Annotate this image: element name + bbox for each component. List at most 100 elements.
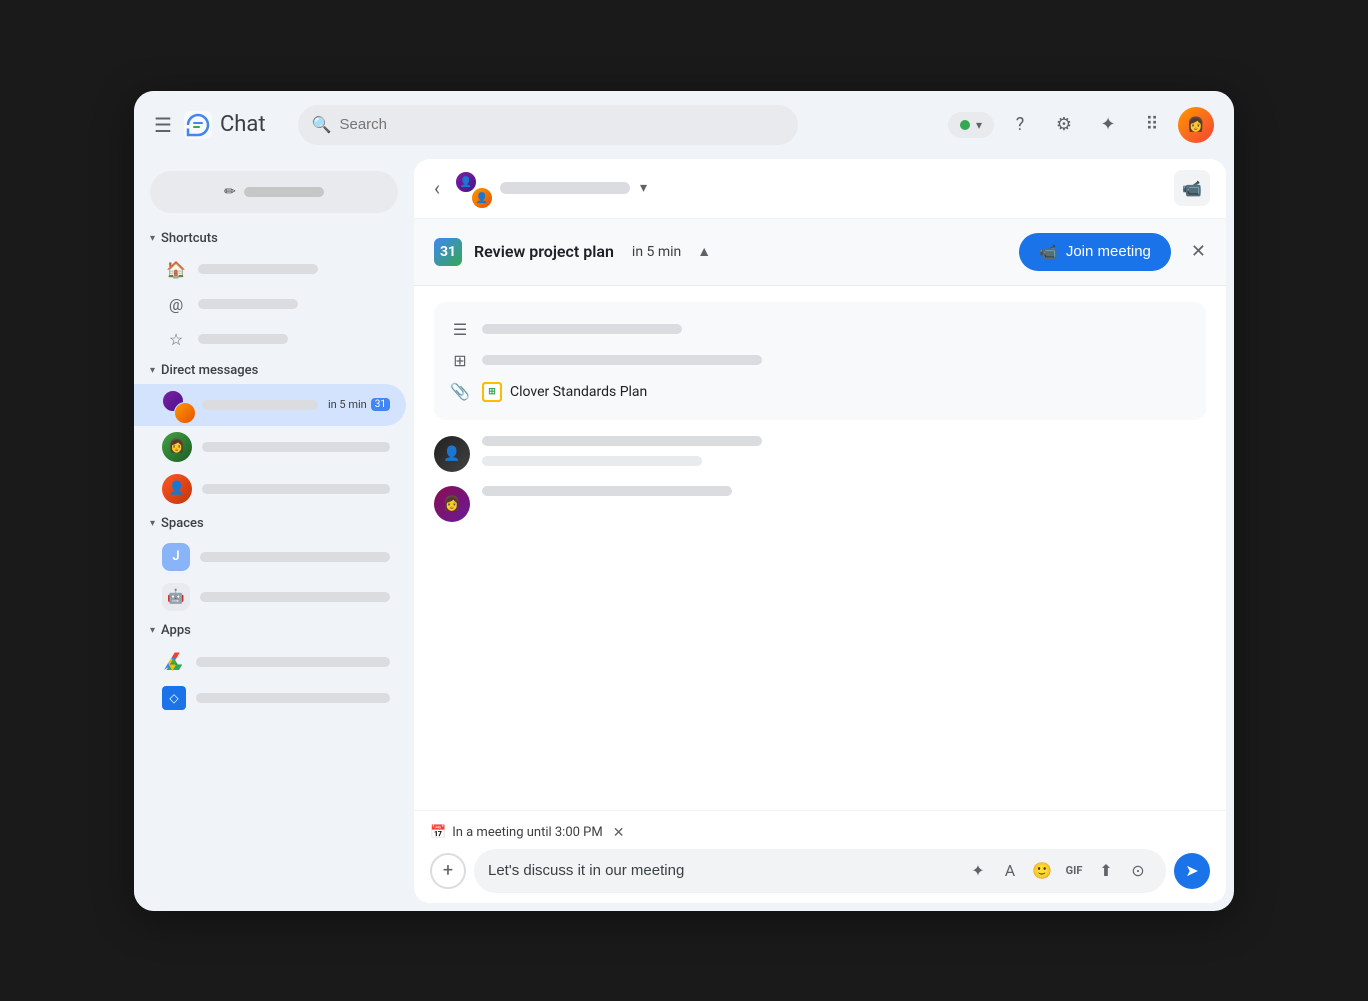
chevron-down-icon: ▾ [976, 118, 982, 132]
star-icon: ☆ [166, 330, 186, 349]
paperclip-icon: 📎 [450, 382, 470, 401]
message-input-wrapper: ✦ A 🙂 GIF ⬆ ⊙ [474, 849, 1166, 893]
apps-button[interactable]: ⠿ [1134, 107, 1170, 143]
gif-button[interactable]: GIF [1060, 857, 1088, 885]
dm-section-header[interactable]: ▾ Direct messages [134, 357, 414, 384]
more-options-button[interactable]: ⊙ [1124, 857, 1152, 885]
search-bar[interactable]: 🔍 [298, 105, 798, 145]
emoji-button[interactable]: 🙂 [1028, 857, 1056, 885]
format-button[interactable]: A [996, 857, 1024, 885]
dm-avatar-3: 👤 [162, 474, 192, 504]
messages-area: ☰ ⊞ 📎 ⊞ Clover Standards Plan [414, 286, 1226, 810]
msg-text-bar-1b [482, 456, 702, 466]
status-button[interactable]: ▾ [948, 112, 994, 138]
video-call-button[interactable]: 📹 [1174, 170, 1210, 206]
status-dot [960, 120, 970, 130]
file-name: Clover Standards Plan [510, 384, 647, 400]
message-avatar-1: 👤 [434, 436, 470, 472]
gemini-button[interactable]: ✦ [1090, 107, 1126, 143]
join-meeting-button[interactable]: 📹 Join meeting [1019, 233, 1171, 271]
shortcut-item-home[interactable]: 🏠 [134, 252, 406, 287]
search-input[interactable] [339, 116, 783, 133]
shortcuts-section-header[interactable]: ▾ Shortcuts [134, 225, 414, 252]
spaces-section-header[interactable]: ▾ Spaces [134, 510, 414, 537]
list-icon: ☰ [450, 320, 470, 339]
shortcut-mention-label [198, 299, 298, 309]
settings-button[interactable]: ⚙ [1046, 107, 1082, 143]
shortcut-home-label [198, 264, 318, 274]
chevron-icon: ▾ [150, 233, 155, 244]
space-name-bar-2 [200, 592, 390, 602]
sheets-icon: ⊞ [482, 382, 502, 402]
expand-meeting-button[interactable]: ▲ [697, 243, 711, 260]
input-tools: ✦ A 🙂 GIF ⬆ ⊙ [964, 857, 1152, 885]
space-item-bot[interactable]: 🤖 [134, 577, 406, 617]
add-content-button[interactable]: + [430, 853, 466, 889]
dm-item-3[interactable]: 👤 [134, 468, 406, 510]
shortcut-starred-label [198, 334, 288, 344]
attachment-text-bar-2 [482, 355, 762, 365]
message-input[interactable] [488, 862, 958, 879]
close-meeting-button[interactable]: ✕ [1191, 241, 1206, 262]
chevron-icon: ▾ [150, 625, 155, 636]
chat-header-chevron[interactable]: ▾ [640, 180, 647, 196]
google-chat-logo [184, 111, 212, 139]
shortcut-item-mention[interactable]: @ [134, 287, 406, 322]
message-row-1: 👤 [434, 436, 1206, 472]
attachment-row-3: 📎 ⊞ Clover Standards Plan [450, 376, 1190, 408]
app-title: Chat [220, 112, 266, 137]
new-chat-button[interactable]: ✏ [150, 171, 398, 213]
send-button[interactable]: ➤ [1174, 853, 1210, 889]
meeting-status-bar: 📅 In a meeting until 3:00 PM ✕ [430, 821, 1210, 845]
meeting-status-close[interactable]: ✕ [613, 825, 625, 841]
message-bubble-1 [482, 436, 762, 466]
app-item-diamond[interactable]: ◇ [134, 680, 406, 716]
help-button[interactable]: ? [1002, 107, 1038, 143]
door-icon: ⊞ [450, 351, 470, 370]
chat-area: ‹ 👤 👤 ▾ 📹 31 Review project plan in 5 mi… [414, 159, 1226, 903]
dm-name-bar [202, 400, 318, 410]
msg-text-bar-2a [482, 486, 732, 496]
chevron-icon: ▾ [150, 518, 155, 529]
menu-icon[interactable]: ☰ [154, 113, 172, 137]
calendar-icon: 31 [434, 238, 462, 266]
input-row: + ✦ A 🙂 GIF ⬆ ⊙ ➤ [430, 849, 1210, 893]
logo-area: Chat [184, 111, 266, 139]
meeting-title: Review project plan [474, 242, 614, 261]
upload-button[interactable]: ⬆ [1092, 857, 1120, 885]
space-avatar-j: J [162, 543, 190, 571]
top-bar-actions: ▾ ? ⚙ ✦ ⠿ 👩 [948, 107, 1214, 143]
compose-icon: ✏ [224, 184, 236, 200]
meeting-time: in 5 min [632, 244, 681, 260]
dm-avatar-2: 👩 [162, 432, 192, 462]
user-avatar: 👩 [1178, 107, 1214, 143]
apps-section-header[interactable]: ▾ Apps [134, 617, 414, 644]
message-row-2: 👩 [434, 486, 1206, 522]
search-icon: 🔍 [312, 115, 332, 134]
space-item-j[interactable]: J [134, 537, 406, 577]
msg-text-bar-1a [482, 436, 762, 446]
input-area: 📅 In a meeting until 3:00 PM ✕ + ✦ A 🙂 G… [414, 810, 1226, 903]
attachment-file[interactable]: ⊞ Clover Standards Plan [482, 382, 647, 402]
shortcut-item-starred[interactable]: ☆ [134, 322, 406, 357]
dm-item-active[interactable]: in 5 min 31 [134, 384, 406, 426]
chat-header: ‹ 👤 👤 ▾ 📹 [414, 159, 1226, 219]
dm-item-2[interactable]: 👩 [134, 426, 406, 468]
back-button[interactable]: ‹ [430, 172, 444, 204]
message-avatar-2: 👩 [434, 486, 470, 522]
apps-section-label: Apps [161, 623, 191, 638]
app-item-drive[interactable] [134, 644, 406, 680]
top-bar: ☰ Chat 🔍 ▾ ? ⚙ ✦ ⠿ [134, 91, 1234, 159]
meeting-status-icon: 📅 [430, 825, 446, 840]
calendar-badge: 31 [371, 398, 390, 411]
message-bubble-2 [482, 486, 732, 496]
sparkle-button[interactable]: ✦ [964, 857, 992, 885]
attachment-row-1: ☰ [450, 314, 1190, 345]
chat-header-name [500, 182, 630, 194]
user-avatar-button[interactable]: 👩 [1178, 107, 1214, 143]
dm-section-label: Direct messages [161, 363, 258, 378]
drive-icon [162, 650, 186, 674]
dm-name-bar-2 [202, 442, 390, 452]
shortcuts-label: Shortcuts [161, 231, 218, 246]
dm-badge: in 5 min 31 [328, 398, 390, 411]
